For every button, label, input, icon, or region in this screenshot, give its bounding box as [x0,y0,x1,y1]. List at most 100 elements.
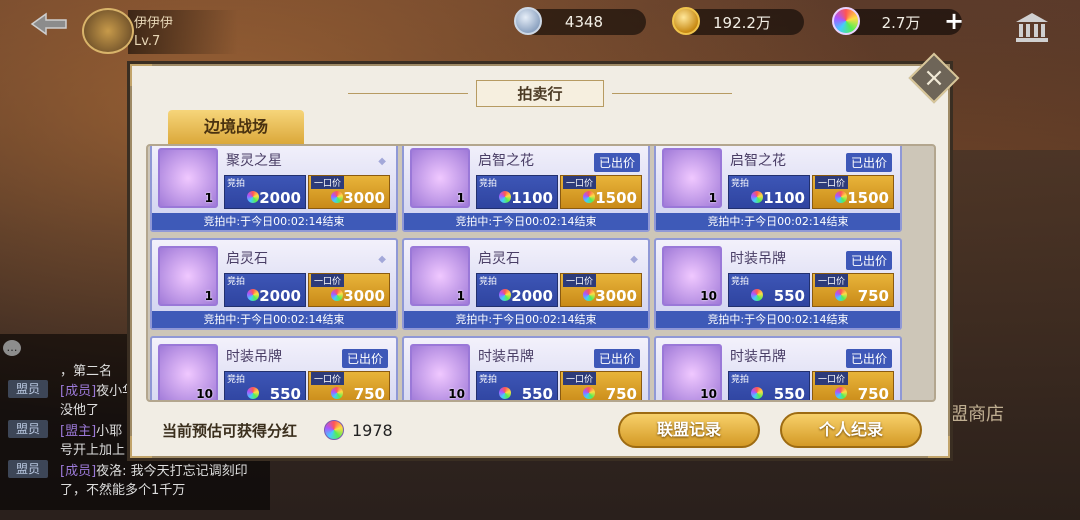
auction-item-card[interactable]: 1 聚灵之星 ◆ 竞拍 2000 一口价 3000 竞拍中:于今日00:02:14结束 [150,146,398,232]
background-shop-label: 盟商店 [950,404,1004,425]
bid-price: 2000 [259,287,301,305]
rainbow-gem-icon [499,387,511,399]
bid-price-box[interactable]: 竞拍 550 [728,273,810,307]
auction-item-card[interactable]: 1 启智之花 已出价 竞拍 1100 一口价 1500 竞拍中:于今日00:02:14结束 [654,146,902,232]
buyout-price-box[interactable]: 一口价 750 [308,371,390,402]
chat-bubble-icon[interactable]: … [3,340,21,356]
tab-border-battlefield[interactable]: 边境战场 [168,110,304,144]
item-count: 10 [196,387,213,401]
buyout-price: 3000 [595,287,637,305]
auction-dialog: 拍卖行 边境战场 1 聚灵之星 ◆ 竞拍 2000 一口价 3000 竞拍中:于今日00:02… [130,64,950,458]
auction-item-card[interactable]: 10 时装吊牌 已出价 竞拍 550 一口价 750 [402,336,650,402]
rainbow-gem-icon [499,289,511,301]
bank-icon[interactable] [1014,10,1050,44]
bid-price-box[interactable]: 竞拍 2000 [476,273,558,307]
buyout-label: 一口价 [563,274,597,287]
bid-price-box[interactable]: 竞拍 1100 [476,175,558,209]
item-icon: 10 [158,344,218,401]
rainbow-gem-icon [499,191,511,203]
auction-item-card[interactable]: 1 启灵石 ◆ 竞拍 2000 一口价 3000 竞拍中:于今日00:02:14结束 [150,238,398,330]
bid-price-box[interactable]: 竞拍 550 [728,371,810,402]
item-name: 聚灵之星 [226,153,282,169]
auction-timer: 竞拍中:于今日00:02:14结束 [152,311,396,328]
player-avatar[interactable] [82,8,134,54]
status-badge: 已出价 [845,349,892,368]
auction-timer: 竞拍中:于今日00:02:14结束 [656,213,900,230]
bid-price-box[interactable]: 竞拍 2000 [224,175,306,209]
gold-currency: 192.2万 [672,7,804,35]
buyout-price-box[interactable]: 一口价 3000 [308,175,390,209]
buyout-label: 一口价 [311,372,345,385]
diamond-icon: ◆ [630,254,638,265]
chat-message-cont: 没他了 [60,403,100,418]
auction-item-card[interactable]: 1 启灵石 ◆ 竞拍 2000 一口价 3000 竞拍中:于今日00:02:14结束 [402,238,650,330]
corner-ornament [130,436,152,458]
buyout-label: 一口价 [311,176,345,189]
personal-record-button[interactable]: 个人纪录 [780,412,922,448]
bid-price-box[interactable]: 竞拍 550 [476,371,558,400]
item-count: 1 [456,191,465,205]
silver-coin-icon [514,7,542,35]
auction-item-grid[interactable]: 1 聚灵之星 ◆ 竞拍 2000 一口价 3000 竞拍中:于今日00:02:14结束 1 启智之… [146,144,936,402]
item-icon: 1 [410,148,470,208]
chat-message-cont: 了，不然能多个1千万 [60,483,186,498]
back-arrow-icon[interactable] [28,10,70,38]
buyout-price-box[interactable]: 一口价 3000 [308,273,390,307]
item-name: 启灵石 [226,251,268,267]
buyout-price: 750 [857,287,889,305]
bid-price-box[interactable]: 竞拍 2000 [224,273,306,307]
rainbow-gem-icon [247,289,259,301]
buyout-price-box[interactable]: 一口价 3000 [560,273,642,307]
title-divider [611,93,732,94]
dividend-value: 1978 [352,421,393,440]
item-icon: 1 [410,246,470,306]
chat-tag: 盟员 [8,460,48,478]
buyout-price-box[interactable]: 一口价 750 [812,273,894,307]
add-currency-button[interactable]: + [942,9,966,34]
bid-price: 550 [773,385,805,402]
bid-label: 竞拍 [731,179,750,189]
buyout-label: 一口价 [815,176,849,189]
bid-price: 1100 [511,189,553,207]
bid-label: 竞拍 [731,375,750,385]
auction-timer: 竞拍中:于今日00:02:14结束 [656,311,900,328]
auction-item-card[interactable]: 10 时装吊牌 已出价 竞拍 550 一口价 750 [150,336,398,402]
buyout-label: 一口价 [563,176,597,189]
bid-price: 2000 [259,189,301,207]
auction-item-card[interactable]: 1 启智之花 已出价 竞拍 1100 一口价 1500 竞拍中:于今日00:02:14结束 [402,146,650,232]
corner-ornament [928,436,950,458]
buyout-price-box[interactable]: 一口价 750 [812,371,894,400]
status-badge: 已出价 [593,349,640,368]
auction-item-card[interactable]: 10 时装吊牌 已出价 竞拍 550 一口价 750 [654,336,902,402]
rainbow-gem-icon [583,289,595,301]
item-name: 启智之花 [478,153,534,169]
player-level: Lv.7 [134,34,161,49]
player-name: 伊伊伊 [134,16,174,31]
alliance-record-button[interactable]: 联盟记录 [618,412,760,448]
auction-item-card[interactable]: 10 时装吊牌 已出价 竞拍 550 一口价 750 竞拍中:于今日00:02:14结束 [654,238,902,330]
dialog-title-bar: 拍卖行 [132,80,948,107]
status-badge: 已出价 [845,251,892,270]
buyout-price: 750 [353,385,385,402]
rainbow-gem-icon [835,191,847,203]
bid-label: 竞拍 [227,375,246,385]
buyout-price: 750 [605,385,637,402]
item-icon: 10 [410,344,470,400]
rainbow-gem-icon [832,7,860,35]
chat-text: 小耶 [96,424,123,439]
item-count: 10 [700,289,717,303]
bid-price-box[interactable]: 竞拍 550 [224,371,306,400]
bid-label: 竞拍 [227,179,246,189]
item-icon: 10 [662,344,722,400]
rainbow-gem-icon [751,289,763,301]
chat-rank-text: ，第二名 [60,364,113,379]
bid-price-box[interactable]: 竞拍 1100 [728,175,810,209]
rainbow-gem-icon [835,289,847,301]
dialog-title: 拍卖行 [476,80,604,107]
buyout-price-box[interactable]: 一口价 1500 [560,175,642,209]
chat-tag: 盟员 [8,380,48,398]
rainbow-gem-icon [331,387,343,399]
buyout-price-box[interactable]: 一口价 1500 [812,175,894,209]
rainbow-gem-icon [835,387,847,399]
buyout-price-box[interactable]: 一口价 750 [560,371,642,402]
